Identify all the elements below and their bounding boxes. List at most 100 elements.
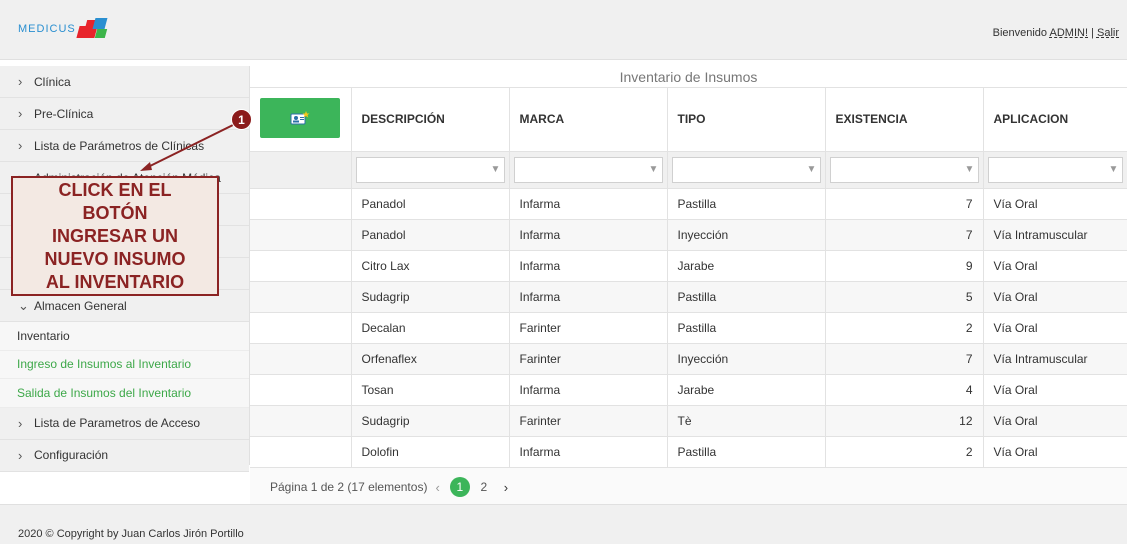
table-row[interactable]: Panadol Infarma Inyección 7 Vía Intramuscula… <box>250 219 1127 251</box>
table-cell-descripcion: Decalan <box>351 312 510 344</box>
header-row: DESCRIPCIÓN MARCA TIPO EXISTENCIA APLICA… <box>250 88 1127 152</box>
grid-title: Inventario de Insumos <box>250 66 1127 88</box>
chevron-right-icon: › <box>18 415 23 431</box>
col-header-marca[interactable]: MARCA <box>509 88 668 152</box>
chevron-right-icon: › <box>18 138 23 153</box>
table-cell-marca: Farinter <box>509 405 668 437</box>
chevron-right-icon: › <box>18 447 23 463</box>
table-cell-tipo: Tè <box>667 405 826 437</box>
filter-cell: ▼ <box>667 151 826 189</box>
table-cell-tipo: Pastilla <box>667 312 826 344</box>
table-cell-descripcion: Dolofin <box>351 436 510 468</box>
sidebar-subitem-inventario[interactable]: Inventario <box>0 322 249 351</box>
table-cell-tipo: Jarabe <box>667 250 826 282</box>
filter-input-existencia[interactable] <box>830 157 962 182</box>
add-new-item-button[interactable] <box>260 98 341 139</box>
filter-icon[interactable]: ▼ <box>962 164 978 175</box>
filter-icon[interactable]: ▼ <box>488 164 504 175</box>
sidebar-subitem-salida-insumos[interactable]: Salida de Insumos del Inventario <box>0 379 249 408</box>
table-cell-existencia: 12 <box>825 405 984 437</box>
table-cell-existencia: 7 <box>825 343 984 375</box>
page-footer: 2020 © Copyright by Juan Carlos Jirón Po… <box>0 504 1127 544</box>
sidebar-item-configuracion[interactable]: › Configuración <box>0 439 249 472</box>
filter-input-descripcion[interactable] <box>356 157 488 182</box>
inventory-grid: Inventario de Insumos DESCRIPCIÓN MARCA … <box>250 66 1127 508</box>
table-row[interactable]: Dolofin Infarma Pastilla 2 Vía Oral <box>250 436 1127 468</box>
copyright-text: 2020 © Copyright by Juan Carlos Jirón Po… <box>18 528 244 540</box>
col-header-tipo[interactable]: TIPO <box>667 88 826 152</box>
annotation-callout: CLICK EN EL BOTÓN INGRESAR UN NUEVO INSU… <box>11 176 219 296</box>
table-cell-tipo: Inyección <box>667 343 826 375</box>
sidebar-item-parametros-clinicas[interactable]: › Lista de Parámetros de Clínicas <box>0 130 249 162</box>
table-cell-descripcion: Orfenaflex <box>351 343 510 375</box>
callout-line: CLICK EN EL <box>58 180 172 200</box>
table-row[interactable]: Decalan Farinter Pastilla 2 Vía Oral <box>250 312 1127 344</box>
filter-input-aplicacion[interactable] <box>988 157 1106 182</box>
row-selector-cell <box>250 281 352 313</box>
filter-icon[interactable]: ▼ <box>1106 164 1122 175</box>
row-selector-cell <box>250 312 352 344</box>
table-cell-aplicacion: Vía Intramuscular <box>983 219 1127 251</box>
table-cell-marca: Farinter <box>509 343 668 375</box>
table-row[interactable]: Sudagrip Infarma Pastilla 5 Vía Oral <box>250 281 1127 313</box>
table-cell-descripcion: Tosan <box>351 374 510 406</box>
add-user-icon <box>290 111 310 125</box>
table-row[interactable]: Tosan Infarma Jarabe 4 Vía Oral <box>250 374 1127 406</box>
sidebar-item-label: Clínica <box>34 74 71 89</box>
filter-row: ▼ ▼ ▼ ▼ ▼ <box>250 151 1127 189</box>
logout-link[interactable]: Salir <box>1097 27 1119 39</box>
filter-cell: ▼ <box>509 151 668 189</box>
table-cell-aplicacion: Vía Oral <box>983 188 1127 220</box>
table-cell-marca: Infarma <box>509 250 668 282</box>
pager-page-1[interactable]: 1 <box>449 477 470 497</box>
table-row[interactable]: Citro Lax Infarma Jarabe 9 Vía Oral <box>250 250 1127 282</box>
col-header-existencia[interactable]: EXISTENCIA <box>825 88 984 152</box>
table-row[interactable]: Orfenaflex Farinter Inyección 7 Vía Intramus… <box>250 343 1127 375</box>
table-cell-tipo: Inyección <box>667 219 826 251</box>
row-selector-cell <box>250 405 352 437</box>
filter-icon[interactable]: ▼ <box>646 164 662 175</box>
table-cell-existencia: 7 <box>825 219 984 251</box>
inventory-table: DESCRIPCIÓN MARCA TIPO EXISTENCIA APLICA… <box>250 88 1127 468</box>
row-selector-cell <box>250 188 352 220</box>
col-header-aplicacion[interactable]: APLICACION <box>983 88 1127 152</box>
filter-icon[interactable]: ▼ <box>804 164 820 175</box>
table-cell-tipo: Pastilla <box>667 436 826 468</box>
filter-input-marca[interactable] <box>514 157 646 182</box>
table-cell-existencia: 7 <box>825 188 984 220</box>
pager-prev-icon[interactable]: ‹ <box>435 480 439 495</box>
col-header-descripcion[interactable]: DESCRIPCIÓN <box>351 88 510 152</box>
sidebar-item-label: Almacen General <box>34 298 127 313</box>
callout-line: AL INVENTARIO <box>45 272 185 292</box>
welcome-text: Bienvenido <box>992 27 1048 39</box>
medicus-logo[interactable]: MEDICUS <box>18 18 110 40</box>
callout-line: INGRESAR UN <box>51 226 178 246</box>
table-cell-marca: Infarma <box>509 188 668 220</box>
filter-cell: ▼ <box>825 151 984 189</box>
table-cell-aplicacion: Vía Oral <box>983 250 1127 282</box>
table-cell-aplicacion: Vía Oral <box>983 405 1127 437</box>
chevron-right-icon: › <box>18 74 23 89</box>
table-cell-tipo: Pastilla <box>667 281 826 313</box>
welcome-bar: Bienvenido ADMIN! | Salir <box>993 27 1119 39</box>
sidebar-item-clinica[interactable]: › Clínica <box>0 66 249 98</box>
table-cell-existencia: 5 <box>825 281 984 313</box>
table-cell-marca: Farinter <box>509 312 668 344</box>
user-name-link[interactable]: ADMIN! <box>1050 27 1089 39</box>
table-row[interactable]: Panadol Infarma Pastilla 7 Vía Oral <box>250 188 1127 220</box>
sidebar-item-pre-clinica[interactable]: › Pre-Clínica <box>0 98 249 130</box>
pager-page-2[interactable]: 2 <box>474 477 494 497</box>
pager-next-icon[interactable]: › <box>504 480 508 495</box>
chevron-down-icon: ⌄ <box>18 297 29 313</box>
sidebar-item-label: Pre-Clínica <box>34 106 94 121</box>
pager-summary: Página 1 de 2 (17 elementos) <box>270 480 428 494</box>
filter-input-tipo[interactable] <box>672 157 804 182</box>
table-row[interactable]: Sudagrip Farinter Tè 12 Vía Oral <box>250 405 1127 437</box>
sidebar-item-parametros-acceso[interactable]: › Lista de Parametros de Acceso <box>0 407 249 440</box>
table-cell-existencia: 2 <box>825 312 984 344</box>
table-cell-descripcion: Panadol <box>351 188 510 220</box>
sidebar-subitem-ingreso-insumos[interactable]: Ingreso de Insumos al Inventario <box>0 350 249 379</box>
chevron-right-icon: › <box>18 106 23 121</box>
table-cell-descripcion: Sudagrip <box>351 405 510 437</box>
step-badge: 1 <box>231 109 252 130</box>
